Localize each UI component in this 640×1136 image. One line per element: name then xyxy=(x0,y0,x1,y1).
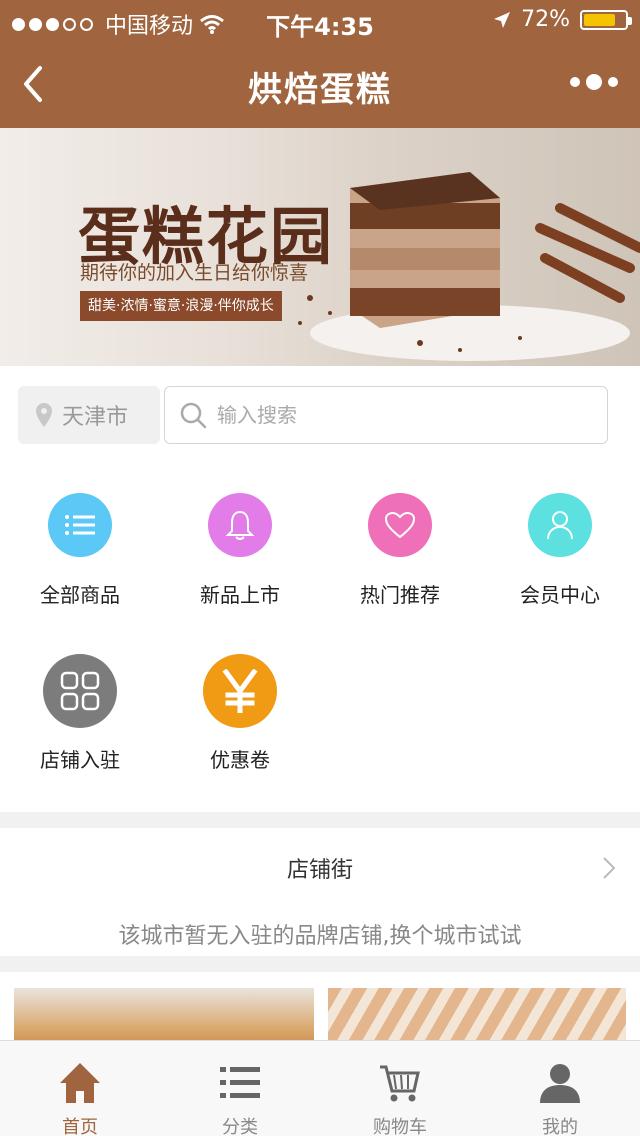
menu-item-all-products[interactable]: 全部商品 xyxy=(0,486,160,636)
menu-item-member-center[interactable]: 会员中心 xyxy=(480,486,640,636)
menu-label: 热门推荐 xyxy=(360,583,440,607)
tab-cart[interactable]: 购物车 xyxy=(320,1041,480,1136)
shop-street-section: 店铺街 该城市暂无入驻的品牌店铺,换个城市试试 xyxy=(0,828,640,956)
search-box[interactable] xyxy=(164,386,608,444)
status-bar: 中国移动 下午4:35 72% xyxy=(0,0,640,41)
search-icon xyxy=(180,402,207,429)
shop-street-title[interactable]: 店铺街 xyxy=(0,852,640,884)
grid-icon xyxy=(43,654,117,728)
search-and-menu-section: 天津市 全部商品 xyxy=(0,366,640,812)
cake-image xyxy=(298,172,640,361)
search-input[interactable] xyxy=(217,403,577,427)
product-strip xyxy=(0,972,640,1048)
menu-item-new-arrivals[interactable]: 新品上市 xyxy=(160,486,320,636)
yen-icon xyxy=(203,654,277,728)
menu-label: 优惠卷 xyxy=(210,748,270,772)
tab-home[interactable]: 首页 xyxy=(0,1041,160,1136)
menu-label: 会员中心 xyxy=(520,583,600,607)
city-name: 天津市 xyxy=(62,405,129,430)
page-title: 烘焙蛋糕 xyxy=(248,70,392,110)
home-icon xyxy=(60,1063,100,1103)
menu-item-store-join[interactable]: 店铺入驻 xyxy=(0,652,160,802)
top-bar: 中国移动 下午4:35 72% 烘焙蛋糕 xyxy=(0,0,640,128)
product-image[interactable] xyxy=(14,988,314,1048)
battery-percent: 72% xyxy=(521,7,570,32)
menu-item-coupons[interactable]: 优惠卷 xyxy=(160,652,320,802)
tab-label: 我的 xyxy=(542,1117,578,1136)
list-icon xyxy=(48,493,112,557)
tab-label: 购物车 xyxy=(373,1117,427,1136)
product-image[interactable] xyxy=(328,988,626,1048)
chevron-right-icon[interactable] xyxy=(602,856,616,880)
user-icon xyxy=(528,493,592,557)
promo-banner[interactable]: 蛋糕花园 期待你的加入生日给你惊喜 甜美·浓情·蜜意·浪漫·伴你成长 xyxy=(0,128,640,366)
tab-bar: 首页 分类 购物车 我的 xyxy=(0,1040,640,1136)
location-arrow-icon xyxy=(494,11,511,28)
more-icon[interactable] xyxy=(570,74,618,90)
tab-label: 分类 xyxy=(222,1117,258,1136)
status-right: 72% xyxy=(493,7,632,32)
heart-icon xyxy=(368,493,432,557)
city-selector[interactable]: 天津市 xyxy=(18,386,160,444)
menu-label: 新品上市 xyxy=(200,583,280,607)
tab-label: 首页 xyxy=(62,1117,98,1136)
location-pin-icon xyxy=(36,403,52,427)
battery-icon xyxy=(580,9,632,30)
tab-mine[interactable]: 我的 xyxy=(480,1041,640,1136)
bell-icon xyxy=(208,493,272,557)
category-list-icon xyxy=(220,1067,260,1098)
cart-icon xyxy=(380,1065,420,1102)
shop-street-empty-message: 该城市暂无入驻的品牌店铺,换个城市试试 xyxy=(118,924,522,949)
menu-label: 全部商品 xyxy=(40,583,120,607)
menu-item-hot-picks[interactable]: 热门推荐 xyxy=(320,486,480,636)
app-screen: 中国移动 下午4:35 72% 烘焙蛋糕 蛋糕花园 期待你的加入生日给你惊喜 甜… xyxy=(0,0,640,1136)
menu-label: 店铺入驻 xyxy=(40,748,120,772)
tab-category[interactable]: 分类 xyxy=(160,1041,320,1136)
nav-bar: 烘焙蛋糕 xyxy=(0,40,640,128)
profile-icon xyxy=(540,1064,580,1103)
